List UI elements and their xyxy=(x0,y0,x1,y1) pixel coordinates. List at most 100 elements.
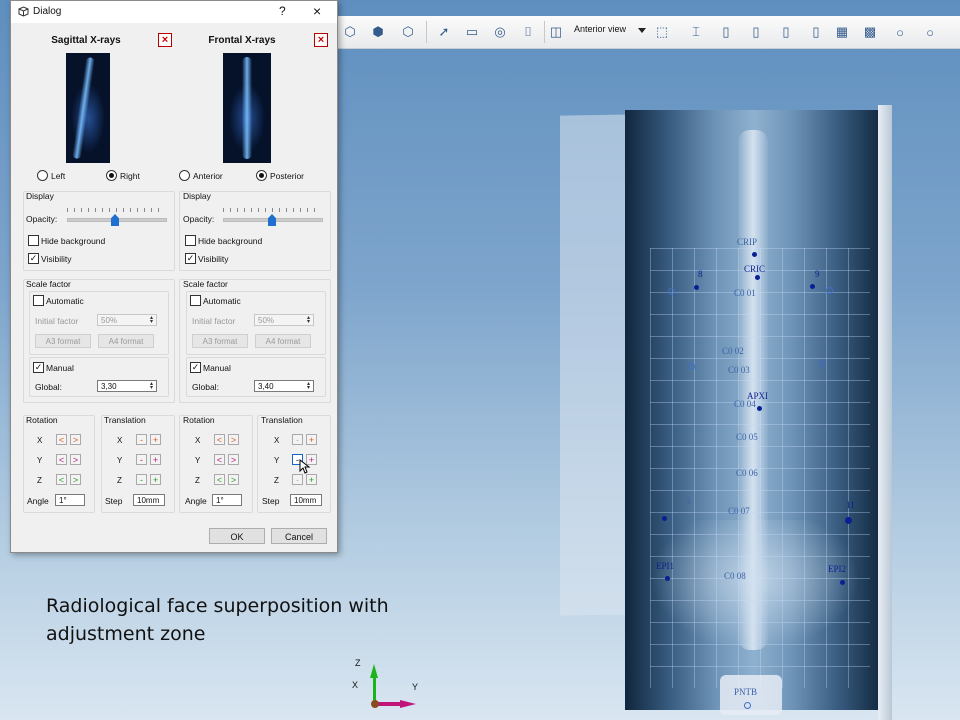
view-cube-icon: ◫ xyxy=(549,24,563,39)
a4-format-button[interactable]: A4 format xyxy=(255,334,311,348)
remove-sagittal-button[interactable]: × xyxy=(158,33,172,47)
landmark-dot[interactable] xyxy=(810,284,815,289)
trans-y-plus-button[interactable]: + xyxy=(150,454,161,465)
frame-icon[interactable]: ⬚ xyxy=(652,22,672,42)
rot-z-increase-button[interactable]: > xyxy=(228,474,239,485)
trans-x-minus-button[interactable]: - xyxy=(292,434,303,445)
initial-factor-label: Initial factor xyxy=(35,316,79,326)
rot-x-increase-button[interactable]: > xyxy=(70,434,81,445)
hide-background-checkbox[interactable] xyxy=(28,235,39,246)
translation-label: Translation xyxy=(104,415,146,425)
vertebra-gray-icon[interactable]: ▯ xyxy=(746,22,766,42)
rot-y-increase-button[interactable]: > xyxy=(70,454,81,465)
translation-step-input[interactable]: 10mm xyxy=(133,494,165,506)
global-scale-input[interactable]: 3,40 ▴ ▾ xyxy=(254,380,314,392)
radio-right-label: Right xyxy=(120,171,140,181)
rot-z-label: Z xyxy=(195,476,200,485)
visibility-checkbox[interactable]: ✓ xyxy=(28,253,39,264)
trans-z-minus-button[interactable]: - xyxy=(292,474,303,485)
rot-x-increase-button[interactable]: > xyxy=(228,434,239,445)
landmark-ring xyxy=(668,288,675,295)
landmark-dot[interactable] xyxy=(662,516,667,521)
rotation-angle-input[interactable]: 1° xyxy=(55,494,85,506)
landmark-dot[interactable] xyxy=(755,275,760,280)
sagittal-xray-thumbnail xyxy=(66,53,110,163)
automatic-checkbox[interactable] xyxy=(33,295,44,306)
pattern-icon[interactable]: ▩ xyxy=(860,22,880,42)
ok-button[interactable]: OK xyxy=(209,528,265,544)
rot-x-decrease-button[interactable]: < xyxy=(214,434,225,445)
spinner-icon[interactable]: ▴ ▾ xyxy=(148,315,155,325)
visibility-checkbox[interactable]: ✓ xyxy=(185,253,196,264)
rot-z-decrease-button[interactable]: < xyxy=(214,474,225,485)
landmark-dot[interactable] xyxy=(845,517,852,524)
manual-label: Manual xyxy=(46,363,74,373)
initial-factor-input[interactable]: 50% ▴ ▾ xyxy=(97,314,157,326)
trans-y-minus-button[interactable]: - xyxy=(136,454,147,465)
view-selector[interactable]: Anterior view xyxy=(574,24,626,34)
a3-format-button[interactable]: A3 format xyxy=(35,334,91,348)
manual-checkbox[interactable]: ✓ xyxy=(190,362,201,373)
landmark-dot[interactable] xyxy=(694,285,699,290)
vertebra-red-icon[interactable]: ▯ xyxy=(716,22,736,42)
global-scale-input[interactable]: 3,30 ▴ ▾ xyxy=(97,380,157,392)
radio-right[interactable] xyxy=(106,170,117,181)
trans-z-plus-button[interactable]: + xyxy=(306,474,317,485)
landmark-dot[interactable] xyxy=(757,406,762,411)
trans-x-minus-button[interactable]: - xyxy=(136,434,147,445)
bone-tool-icon[interactable]: ⌶ xyxy=(686,22,706,42)
trans-z-label: Z xyxy=(117,476,122,485)
spinner-icon[interactable]: ▴ ▾ xyxy=(305,381,312,391)
radio-posterior[interactable] xyxy=(256,170,267,181)
trans-x-plus-button[interactable]: + xyxy=(306,434,317,445)
rot-x-decrease-button[interactable]: < xyxy=(56,434,67,445)
vertebra-pink-icon[interactable]: ▯ xyxy=(806,22,826,42)
rot-y-increase-button[interactable]: > xyxy=(228,454,239,465)
trans-x-plus-button[interactable]: + xyxy=(150,434,161,445)
landmark-dot[interactable] xyxy=(840,580,845,585)
vertebra-icon[interactable]: ⌷ xyxy=(518,22,538,42)
chevron-down-icon[interactable] xyxy=(638,28,646,33)
trans-x-label: X xyxy=(274,436,280,445)
landmark-dot[interactable] xyxy=(752,252,757,257)
rotation-angle-input[interactable]: 1° xyxy=(212,494,242,506)
zoom-icon[interactable]: ○ xyxy=(890,22,910,42)
dialog-titlebar[interactable]: Dialog ? × xyxy=(11,1,337,23)
cube-view-icon[interactable]: ⬡ xyxy=(340,22,360,42)
translation-step-input[interactable]: 10mm xyxy=(290,494,322,506)
rot-z-decrease-button[interactable]: < xyxy=(56,474,67,485)
close-button[interactable]: × xyxy=(313,3,321,19)
a3-format-button[interactable]: A3 format xyxy=(192,334,248,348)
plane-edge xyxy=(878,105,892,720)
cube-wire-icon[interactable]: ⬢ xyxy=(368,22,388,42)
cube-blue-icon[interactable]: ⬡ xyxy=(398,22,418,42)
cancel-button[interactable]: Cancel xyxy=(271,528,327,544)
remove-frontal-button[interactable]: × xyxy=(314,33,328,47)
trans-z-plus-button[interactable]: + xyxy=(150,474,161,485)
radio-left[interactable] xyxy=(37,170,48,181)
landmark-c05: C0 05 xyxy=(736,432,758,442)
global-label: Global: xyxy=(35,382,62,392)
grid-icon[interactable]: ▦ xyxy=(832,22,852,42)
hide-background-checkbox[interactable] xyxy=(185,235,196,246)
rot-y-decrease-button[interactable]: < xyxy=(214,454,225,465)
automatic-checkbox[interactable] xyxy=(190,295,201,306)
help-button[interactable]: ? xyxy=(279,4,286,18)
step-label: Step xyxy=(262,496,280,506)
disc-icon[interactable]: ◎ xyxy=(490,22,510,42)
radio-anterior[interactable] xyxy=(179,170,190,181)
rot-y-decrease-button[interactable]: < xyxy=(56,454,67,465)
initial-factor-input[interactable]: 50% ▴ ▾ xyxy=(254,314,314,326)
pointer-icon[interactable]: ➚ xyxy=(434,22,454,42)
spinner-icon[interactable]: ▴ ▾ xyxy=(148,381,155,391)
zoom-fit-icon[interactable]: ○ xyxy=(920,22,940,42)
a4-format-button[interactable]: A4 format xyxy=(98,334,154,348)
vertebra-blue-icon[interactable]: ▯ xyxy=(776,22,796,42)
manual-checkbox[interactable]: ✓ xyxy=(33,362,44,373)
trans-z-minus-button[interactable]: - xyxy=(136,474,147,485)
landmark-dot[interactable] xyxy=(665,576,670,581)
plane-icon[interactable]: ▭ xyxy=(462,22,482,42)
spinner-icon[interactable]: ▴ ▾ xyxy=(305,315,312,325)
rot-z-increase-button[interactable]: > xyxy=(70,474,81,485)
rot-z-label: Z xyxy=(37,476,42,485)
